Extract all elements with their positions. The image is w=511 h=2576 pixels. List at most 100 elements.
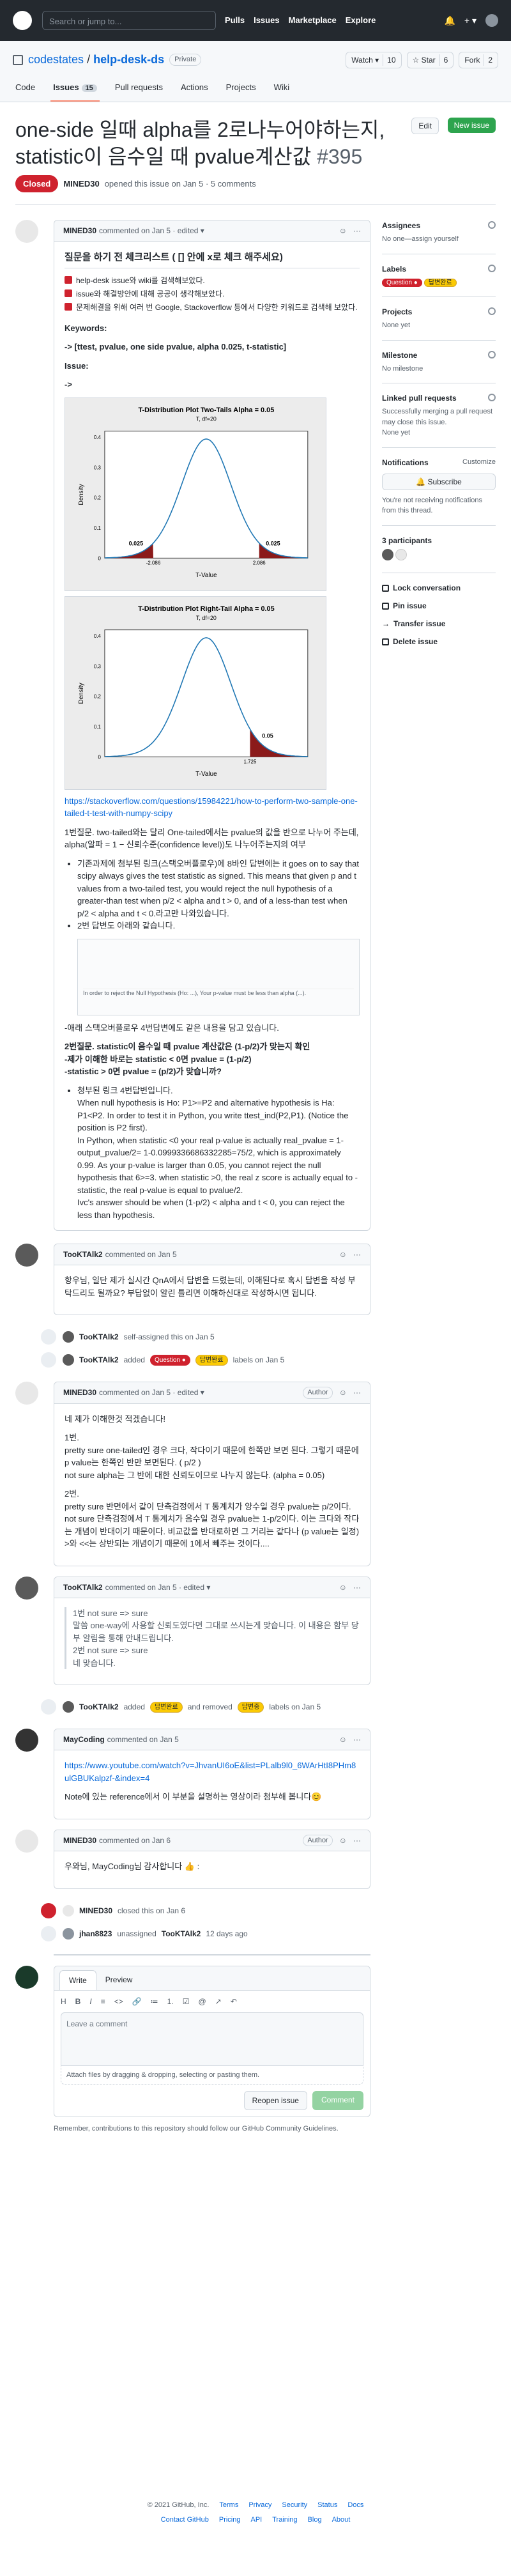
label-badge[interactable]: 답변완료 (423, 278, 457, 287)
tab-pull-requests[interactable]: Pull requests (112, 77, 165, 102)
checkbox[interactable] (65, 289, 72, 297)
footer-link[interactable]: Security (282, 2500, 307, 2511)
more-icon[interactable]: ··· (353, 225, 361, 236)
repo-name-link[interactable]: help-desk-ds (93, 51, 164, 68)
label-badge[interactable]: 답변중 (237, 1701, 264, 1713)
fork-button[interactable]: Fork 2 (459, 51, 498, 68)
footer-link[interactable]: API (250, 2515, 262, 2526)
gear-icon[interactable] (488, 221, 496, 229)
comment-button[interactable]: Comment (312, 2091, 363, 2110)
youtube-link[interactable]: https://www.youtube.com/watch?v=JhvanUI6… (65, 1761, 356, 1783)
tab-issues[interactable]: Issues 15 (50, 77, 100, 102)
footer-link[interactable]: Docs (347, 2500, 363, 2511)
smiley-icon[interactable]: ☺ (339, 225, 347, 236)
avatar[interactable] (15, 1729, 38, 1752)
gear-icon[interactable] (488, 350, 496, 359)
tab-projects[interactable]: Projects (224, 77, 259, 102)
footer-link[interactable]: Blog (308, 2515, 322, 2526)
tab-preview[interactable]: Preview (96, 1970, 142, 1990)
italic-icon[interactable]: I (89, 1996, 91, 2007)
user-avatar[interactable] (485, 14, 498, 27)
avatar[interactable] (15, 220, 38, 243)
reference-icon[interactable]: ↗ (215, 1996, 222, 2007)
avatar[interactable] (15, 1829, 38, 1853)
avatar[interactable] (15, 1382, 38, 1405)
quote-icon[interactable]: ≡ (101, 1996, 105, 2007)
tab-actions[interactable]: Actions (178, 77, 211, 102)
heading-icon[interactable]: H (61, 1996, 66, 2007)
repo-owner-link[interactable]: codestates (28, 51, 84, 68)
bold-icon[interactable]: B (75, 1996, 81, 2007)
avatar[interactable] (382, 548, 393, 560)
customize-link[interactable]: Customize (462, 457, 496, 468)
more-icon[interactable]: ··· (353, 1734, 361, 1745)
footer-link[interactable]: Status (317, 2500, 337, 2511)
star-button[interactable]: ☆ Star 6 (406, 51, 454, 68)
checkbox[interactable] (65, 275, 72, 284)
tab-write[interactable]: Write (59, 1970, 96, 1990)
avatar[interactable] (63, 1904, 74, 1917)
more-icon[interactable]: ··· (353, 1249, 361, 1260)
stackoverflow-link[interactable]: https://stackoverflow.com/questions/1598… (65, 796, 358, 819)
nav-explore[interactable]: Explore (346, 14, 376, 27)
gear-icon[interactable] (488, 264, 496, 272)
link-icon[interactable]: 🔗 (132, 1996, 142, 2007)
edit-title-button[interactable]: Edit (411, 117, 439, 134)
nav-marketplace[interactable]: Marketplace (289, 14, 337, 27)
tab-wiki[interactable]: Wiki (271, 77, 293, 102)
new-issue-button[interactable]: New issue (447, 117, 496, 133)
unordered-list-icon[interactable]: ≔ (151, 1996, 158, 2007)
smiley-icon[interactable]: ☺ (339, 1249, 347, 1260)
avatar[interactable] (63, 1927, 74, 1940)
task-list-icon[interactable]: ☑ (183, 1996, 190, 2007)
gear-icon[interactable] (488, 307, 496, 315)
checkbox[interactable] (65, 302, 72, 311)
smiley-icon[interactable]: ☺ (339, 1387, 347, 1398)
bell-icon[interactable]: 🔔 (444, 14, 455, 27)
search-input[interactable]: Search or jump to... (42, 11, 216, 30)
footer-link[interactable]: Terms (219, 2500, 238, 2511)
avatar[interactable] (63, 1354, 74, 1366)
footer-link[interactable]: Pricing (219, 2515, 241, 2526)
footer-link[interactable]: About (332, 2515, 351, 2526)
label-badge[interactable]: 답변완료 (195, 1354, 228, 1366)
label-badge[interactable]: 답변완료 (149, 1701, 183, 1713)
more-icon[interactable]: ··· (353, 1835, 361, 1846)
label-badge[interactable]: Question ● (382, 278, 422, 287)
tab-code[interactable]: Code (13, 77, 38, 102)
smiley-icon[interactable]: ☺ (339, 1582, 347, 1593)
avatar[interactable] (15, 1576, 38, 1600)
avatar[interactable] (63, 1331, 74, 1343)
attach-files-area[interactable]: Attach files by dragging & dropping, sel… (61, 2065, 363, 2085)
footer-link[interactable]: Privacy (248, 2500, 271, 2511)
reopen-issue-button[interactable]: Reopen issue (243, 2091, 307, 2110)
github-logo-icon[interactable] (13, 11, 32, 30)
smiley-icon[interactable]: ☺ (339, 1734, 347, 1745)
reply-icon[interactable]: ↶ (231, 1996, 237, 2007)
delete-issue-button[interactable]: Delete issue (382, 636, 496, 647)
subscribe-button[interactable]: 🔔 Subscribe (382, 473, 496, 490)
avatar[interactable] (15, 1965, 38, 1989)
more-icon[interactable]: ··· (353, 1387, 361, 1398)
watch-button[interactable]: Watch ▾ 10 (346, 51, 402, 68)
footer-link[interactable]: Contact GitHub (161, 2515, 209, 2526)
nav-pulls[interactable]: Pulls (225, 14, 245, 27)
code-icon[interactable]: <> (114, 1996, 123, 2007)
gear-icon[interactable] (488, 394, 496, 401)
transfer-issue-button[interactable]: → Transfer issue (382, 618, 496, 629)
more-icon[interactable]: ··· (353, 1582, 361, 1593)
label-badge[interactable]: Question ● (149, 1354, 190, 1366)
footer-link[interactable]: Training (272, 2515, 297, 2526)
create-new-button[interactable]: + ▾ (464, 14, 477, 27)
ordered-list-icon[interactable]: 1. (167, 1996, 174, 2007)
avatar[interactable] (63, 1701, 74, 1713)
avatar[interactable] (15, 1244, 38, 1267)
smiley-icon[interactable]: ☺ (339, 1835, 347, 1846)
pin-issue-button[interactable]: Pin issue (382, 600, 496, 612)
lock-conversation-button[interactable]: Lock conversation (382, 582, 496, 594)
avatar[interactable] (395, 548, 408, 560)
mention-icon[interactable]: @ (198, 1996, 206, 2007)
comment-textarea[interactable]: Leave a comment (61, 2012, 363, 2066)
issue-author[interactable]: MINED30 (63, 178, 99, 190)
nav-issues[interactable]: Issues (254, 14, 279, 27)
